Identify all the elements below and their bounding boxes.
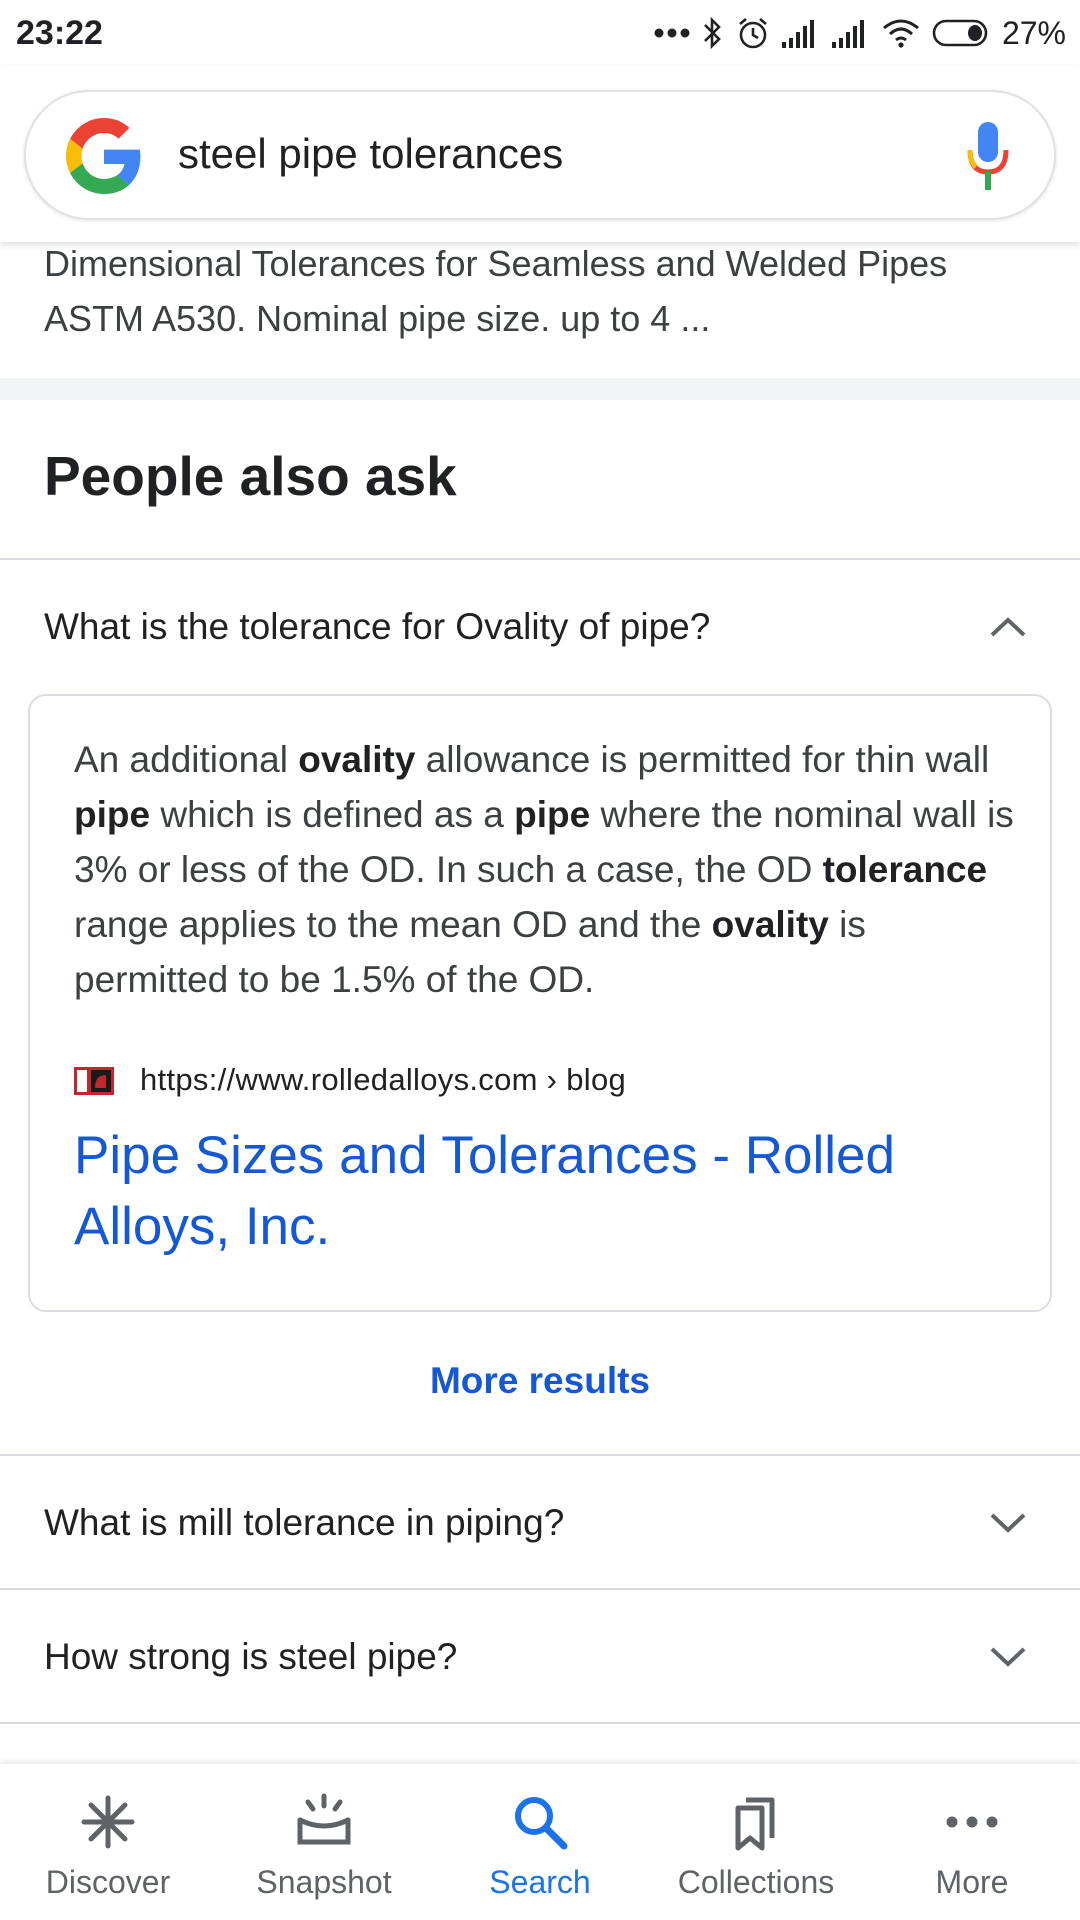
question-text: How strong is steel pipe? <box>44 1636 458 1677</box>
chevron-down-icon[interactable] <box>988 1645 1028 1669</box>
snapshot-icon <box>297 1793 351 1845</box>
answer-bold-term: pipe <box>74 794 151 835</box>
nav-label: Snapshot <box>256 1864 392 1900</box>
battery-icon <box>932 19 988 47</box>
question-text: What is the tolerance for Ovality of pip… <box>44 606 711 647</box>
search-box[interactable]: steel pipe tolerances <box>24 90 1056 220</box>
result-snippet: Dimensional Tolerances for Seamless and … <box>44 236 1044 346</box>
bluetooth-icon <box>704 16 721 50</box>
nav-search[interactable]: Search <box>432 1764 648 1920</box>
signal-icon <box>781 20 814 48</box>
source-row[interactable]: https://www.rolledalloys.com › blog <box>74 1060 626 1100</box>
bottom-nav: Discover Snapshot Search Collections Mor… <box>0 1764 1080 1920</box>
nav-more[interactable]: More <box>864 1764 1080 1920</box>
section-divider <box>0 378 1080 400</box>
answer-bold-term: ovality <box>298 739 416 780</box>
status-time: 23:22 <box>16 14 103 52</box>
search-header: steel pipe tolerances <box>0 66 1080 242</box>
more-notifications-icon <box>654 28 690 38</box>
asterisk-icon <box>81 1795 135 1849</box>
nav-label: More <box>935 1864 1009 1900</box>
wifi-icon <box>883 19 919 48</box>
divider <box>0 1454 1080 1456</box>
answer-bold-term: tolerance <box>822 849 988 890</box>
snippet-line: Dimensional Tolerances for Seamless and … <box>44 243 948 284</box>
battery-percentage: 27% <box>1001 14 1066 51</box>
nav-snapshot[interactable]: Snapshot <box>216 1764 432 1920</box>
snippet-line: ASTM A530. Nominal pipe size. up to 4 ..… <box>44 298 711 339</box>
divider <box>0 1588 1080 1590</box>
source-url[interactable]: https://www.rolledalloys.com › blog <box>140 1062 626 1098</box>
status-bar: 23:22 27% <box>0 0 1080 66</box>
answer-text-segment: An additional <box>74 739 299 780</box>
answer-text-segment: range applies to the mean OD and the <box>74 904 712 945</box>
chevron-down-icon[interactable] <box>988 1511 1028 1535</box>
alarm-icon <box>739 18 767 49</box>
search-icon <box>515 1797 568 1850</box>
answer-text-segment: which is defined as a <box>150 794 515 835</box>
signal-icon-2 <box>831 20 864 48</box>
google-logo-icon[interactable] <box>66 118 142 194</box>
nav-discover[interactable]: Discover <box>0 1764 216 1920</box>
result-title-link[interactable]: Pipe Sizes and Tolerances - Rolled Alloy… <box>74 1120 994 1262</box>
question-text: What is mill tolerance in piping? <box>44 1502 565 1543</box>
answer-text: An additional ovality allowance is permi… <box>74 732 1014 1007</box>
divider <box>0 558 1080 560</box>
bookmarks-icon <box>735 1797 775 1851</box>
people-also-ask-title: People also ask <box>44 445 457 507</box>
nav-label: Search <box>489 1864 591 1900</box>
nav-label: Discover <box>45 1864 171 1900</box>
answer-card: An additional ovality allowance is permi… <box>28 694 1052 1312</box>
status-icons: 27% <box>654 12 1066 54</box>
answer-bold-term: ovality <box>711 904 829 945</box>
more-dots-icon <box>946 1816 998 1828</box>
question-collapsed[interactable]: What is mill tolerance in piping? <box>0 1458 1080 1588</box>
chevron-up-icon[interactable] <box>988 615 1028 639</box>
nav-collections[interactable]: Collections <box>648 1764 864 1920</box>
search-input[interactable]: steel pipe tolerances <box>178 130 563 178</box>
microphone-icon[interactable] <box>966 122 1010 192</box>
more-results-link[interactable]: More results <box>0 1360 1080 1402</box>
answer-text-segment: allowance is permitted for thin wall <box>415 739 990 780</box>
rolled-alloys-favicon-icon <box>74 1067 114 1095</box>
question-expanded[interactable]: What is the tolerance for Ovality of pip… <box>0 562 1080 692</box>
answer-bold-term: pipe <box>514 794 591 835</box>
divider <box>0 1722 1080 1724</box>
nav-label: Collections <box>677 1864 835 1900</box>
question-collapsed[interactable]: How strong is steel pipe? <box>0 1592 1080 1722</box>
